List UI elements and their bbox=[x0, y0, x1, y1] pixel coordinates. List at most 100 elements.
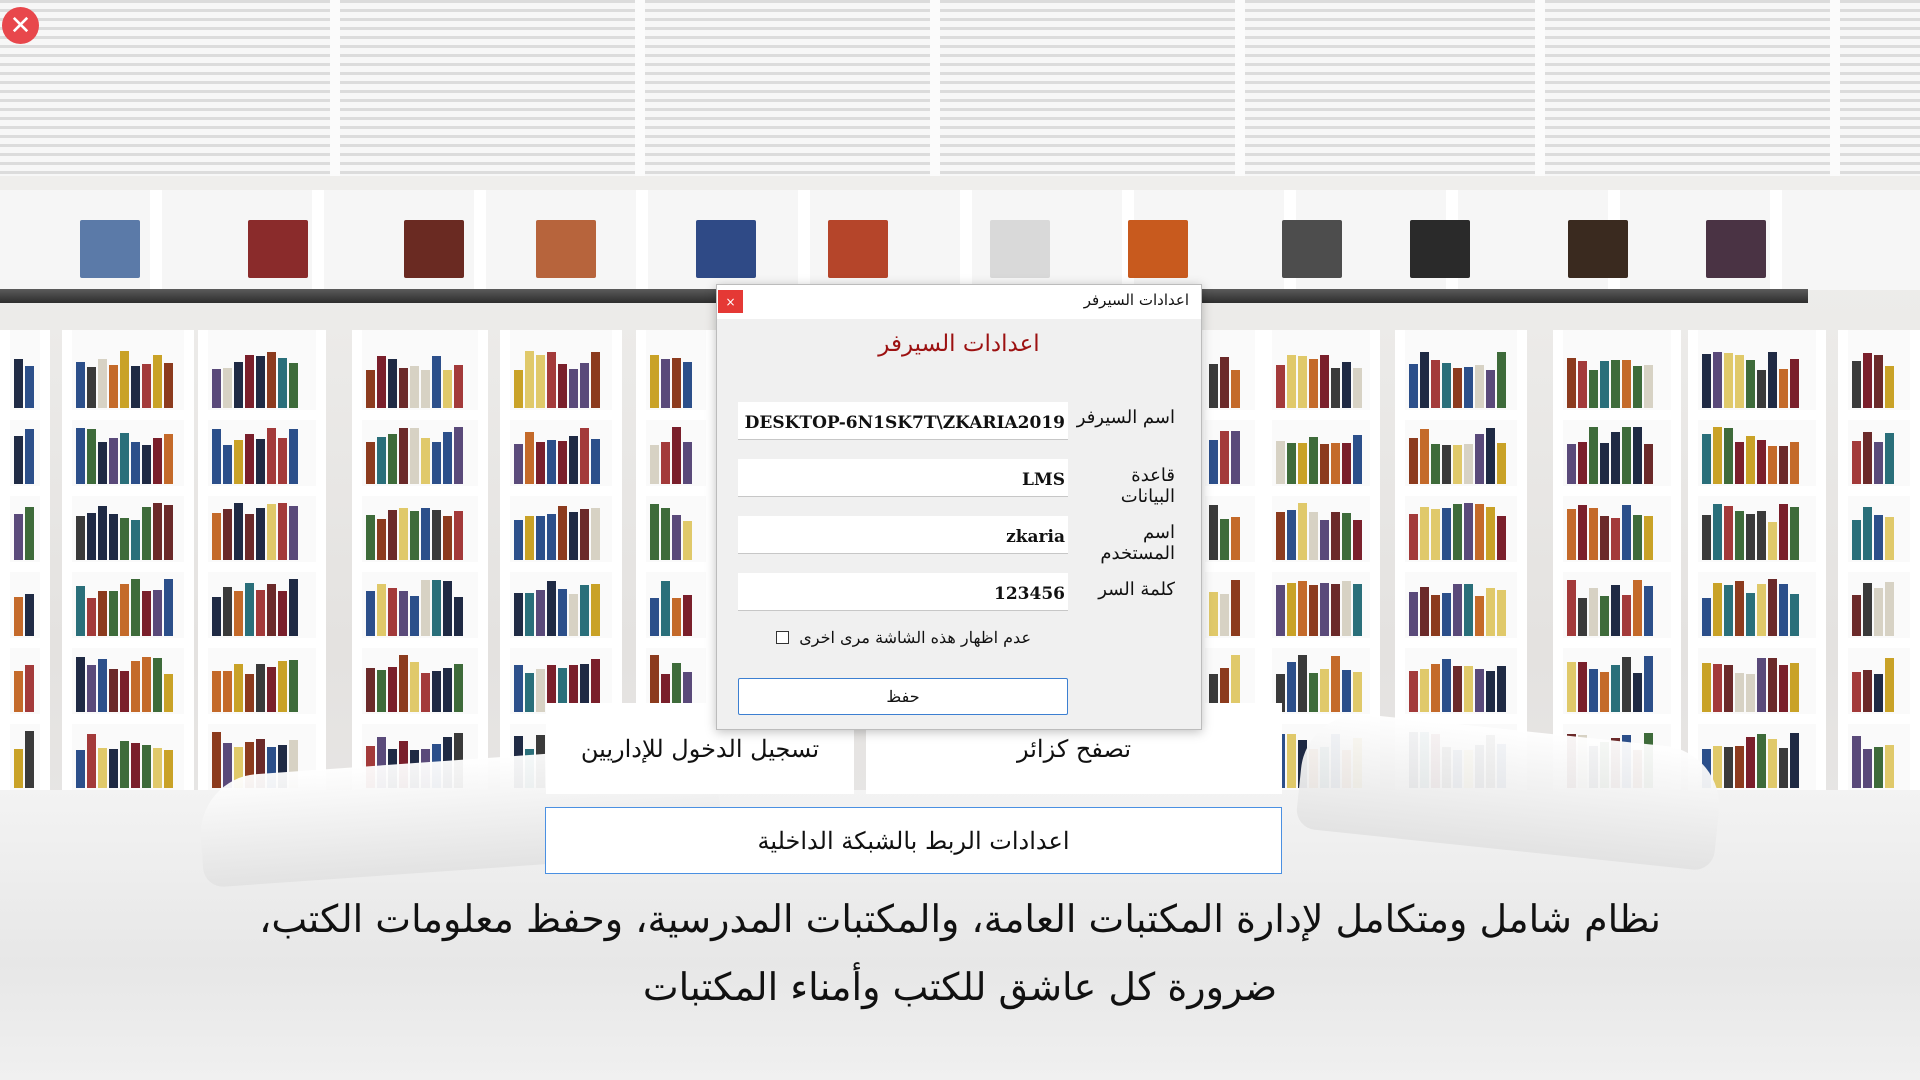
save-button[interactable]: حفظ bbox=[738, 678, 1068, 715]
book-spine bbox=[234, 503, 243, 560]
book-spine bbox=[1735, 511, 1744, 560]
book-spine bbox=[1309, 437, 1318, 484]
book-spine bbox=[234, 664, 243, 712]
book-spine bbox=[289, 506, 298, 560]
book-row bbox=[14, 426, 36, 484]
book-spine bbox=[1442, 593, 1451, 636]
network-settings-button[interactable]: اعدادات الربط بالشبكة الداخلية bbox=[545, 807, 1282, 874]
ceiling-slats bbox=[0, 0, 1920, 176]
book-spine bbox=[1633, 366, 1642, 408]
book-cover bbox=[1410, 220, 1470, 278]
book-spine bbox=[14, 514, 23, 560]
book-spine bbox=[399, 655, 408, 712]
dialog-close-icon[interactable]: × bbox=[718, 290, 743, 313]
book-row bbox=[514, 350, 608, 408]
book-spine bbox=[366, 668, 375, 712]
book-spine bbox=[1746, 593, 1755, 636]
book-spine bbox=[1231, 580, 1240, 636]
app-close-icon[interactable]: ✕ bbox=[2, 7, 39, 44]
book-spine bbox=[142, 745, 151, 788]
book-spine bbox=[1863, 670, 1872, 712]
book-spine bbox=[1702, 434, 1711, 484]
book-spine bbox=[580, 585, 589, 636]
book-spine bbox=[1309, 673, 1318, 712]
book-spine bbox=[153, 355, 162, 408]
book-row bbox=[1567, 350, 1667, 408]
book-spine bbox=[1746, 514, 1755, 560]
book-spine bbox=[650, 445, 659, 484]
book-row bbox=[1567, 426, 1667, 484]
book-spine bbox=[267, 352, 276, 408]
book-spine bbox=[1779, 748, 1788, 788]
book-spine bbox=[1497, 666, 1506, 712]
bookcase bbox=[62, 330, 194, 800]
book-spine bbox=[683, 521, 692, 560]
book-spine bbox=[421, 580, 430, 636]
book-spine bbox=[1298, 655, 1307, 712]
book-spine bbox=[1863, 583, 1872, 636]
book-cover bbox=[696, 220, 756, 278]
book-spine bbox=[1852, 441, 1861, 484]
book-row bbox=[1567, 502, 1667, 560]
book-spine bbox=[87, 367, 96, 408]
book-row bbox=[650, 502, 702, 560]
book-spine bbox=[1475, 669, 1484, 712]
book-spine bbox=[1298, 503, 1307, 560]
book-row bbox=[1702, 578, 1812, 636]
book-spine bbox=[1768, 579, 1777, 636]
book-row bbox=[14, 502, 36, 560]
book-row bbox=[1409, 578, 1513, 636]
book-cover bbox=[1568, 220, 1628, 278]
book-spine bbox=[164, 674, 173, 712]
shelf-board bbox=[1272, 410, 1370, 420]
server-name-input[interactable] bbox=[738, 402, 1068, 440]
book-spine bbox=[223, 509, 232, 560]
book-spine bbox=[1578, 442, 1587, 484]
book-spine bbox=[1874, 674, 1883, 712]
book-spine bbox=[142, 507, 151, 560]
shelf-board bbox=[1698, 562, 1816, 572]
book-spine bbox=[1567, 358, 1576, 408]
book-spine bbox=[1420, 352, 1429, 408]
dialog-titlebar: اعدادات السيرفر × bbox=[717, 285, 1201, 319]
book-spine bbox=[525, 673, 534, 712]
book-spine bbox=[1874, 442, 1883, 484]
book-spine bbox=[1442, 508, 1451, 560]
dont-show-again-option[interactable]: عدم اظهار هذه الشاشة مرى اخرى bbox=[776, 628, 1031, 647]
book-spine bbox=[1220, 594, 1229, 636]
book-row bbox=[1209, 578, 1251, 636]
book-spine bbox=[245, 434, 254, 484]
book-spine bbox=[432, 510, 441, 560]
book-spine bbox=[591, 508, 600, 560]
book-spine bbox=[525, 593, 534, 636]
book-spine bbox=[212, 597, 221, 636]
book-spine bbox=[1298, 443, 1307, 484]
book-spine bbox=[1287, 662, 1296, 712]
book-spine bbox=[1486, 370, 1495, 408]
book-spine bbox=[432, 442, 441, 484]
database-input[interactable] bbox=[738, 459, 1068, 497]
book-spine bbox=[399, 368, 408, 408]
book-spine bbox=[1622, 427, 1631, 484]
book-spine bbox=[267, 667, 276, 712]
app-tagline: نظام شامل ومتكامل لإدارة المكتبات العامة… bbox=[259, 897, 1661, 1009]
shelf-board bbox=[362, 486, 478, 496]
book-spine bbox=[1863, 432, 1872, 484]
book-spine bbox=[76, 586, 85, 636]
book-spine bbox=[1309, 359, 1318, 408]
book-spine bbox=[454, 664, 463, 712]
book-spine bbox=[142, 657, 151, 712]
book-spine bbox=[25, 665, 34, 712]
book-row bbox=[212, 502, 312, 560]
password-input[interactable] bbox=[738, 573, 1068, 611]
shelf-board bbox=[1405, 562, 1517, 572]
book-row bbox=[1209, 502, 1251, 560]
book-spine bbox=[388, 434, 397, 484]
username-input[interactable] bbox=[738, 516, 1068, 554]
book-spine bbox=[514, 444, 523, 484]
dont-show-again-checkbox[interactable] bbox=[776, 631, 790, 644]
book-row bbox=[1702, 730, 1812, 788]
book-row bbox=[1702, 654, 1812, 712]
book-spine bbox=[1442, 445, 1451, 484]
book-row bbox=[14, 654, 36, 712]
